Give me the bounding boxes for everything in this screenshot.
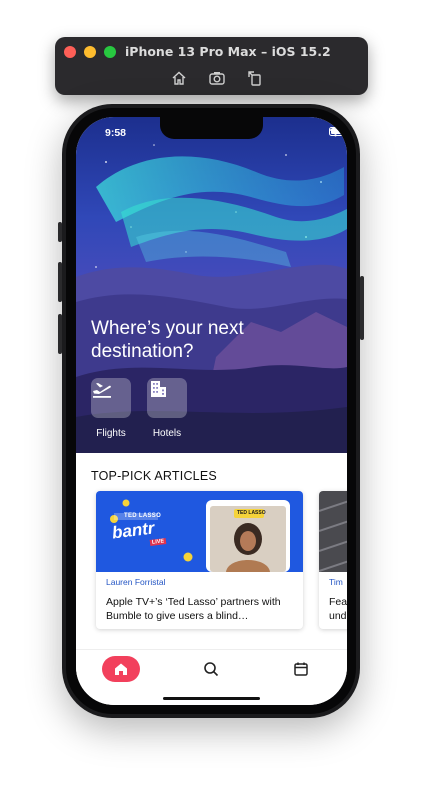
battery-icon xyxy=(329,127,347,136)
hero-banner: 9:58 Where’s your next destination? Flig… xyxy=(76,117,347,453)
screenshot-icon[interactable] xyxy=(208,69,226,87)
home-indicator[interactable] xyxy=(163,697,260,700)
section-title: TOP-PICK ARTICLES xyxy=(91,469,217,483)
article-title[interactable]: Apple TV+’s ‘Ted Lasso’ partners with Bu… xyxy=(106,595,286,623)
article-image-tile: TED LASSO xyxy=(237,510,266,516)
power-button xyxy=(360,276,364,340)
tab-calendar[interactable] xyxy=(282,656,320,682)
status-time: 9:58 xyxy=(105,127,127,139)
search-icon xyxy=(204,662,219,677)
quick-action-label: Hotels xyxy=(152,428,182,439)
tab-search[interactable] xyxy=(192,656,230,682)
quick-action-flights[interactable]: Flights xyxy=(91,378,131,439)
quick-action-label: Flights xyxy=(96,428,126,439)
hotel-building-icon xyxy=(151,381,166,397)
article-card[interactable]: Tim Fea… und… xyxy=(319,491,347,629)
article-author[interactable]: Tim xyxy=(329,577,343,587)
calendar-icon xyxy=(294,662,308,676)
window-minimize-button[interactable] xyxy=(84,46,96,58)
simulator-title-bar: iPhone 13 Pro Max – iOS 15.2 xyxy=(55,37,368,95)
mute-switch xyxy=(58,222,62,242)
article-title[interactable]: Fea… und… xyxy=(329,595,347,623)
article-thumbnail xyxy=(319,491,347,572)
tab-home[interactable] xyxy=(102,656,140,682)
article-author[interactable]: Lauren Forristal xyxy=(106,577,166,587)
device-notch xyxy=(160,117,263,139)
hero-headline: Where’s your next destination? xyxy=(91,318,244,362)
article-image-badge: TED LASSO xyxy=(124,513,162,519)
volume-up-button xyxy=(58,262,62,302)
quick-action-hotels[interactable]: Hotels xyxy=(147,378,187,439)
rotate-icon[interactable] xyxy=(246,69,264,87)
home-icon xyxy=(115,663,127,675)
app-screen: 9:58 Where’s your next destination? Flig… xyxy=(76,117,347,705)
home-icon[interactable] xyxy=(170,69,188,87)
volume-down-button xyxy=(58,314,62,354)
simulator-title: iPhone 13 Pro Max – iOS 15.2 xyxy=(125,44,331,59)
window-close-button[interactable] xyxy=(64,46,76,58)
article-card[interactable]: TED LASSO bantr LIVE TED LASSO Lauren Fo… xyxy=(96,491,303,629)
window-zoom-button[interactable] xyxy=(104,46,116,58)
airplane-departure-icon xyxy=(93,383,111,398)
